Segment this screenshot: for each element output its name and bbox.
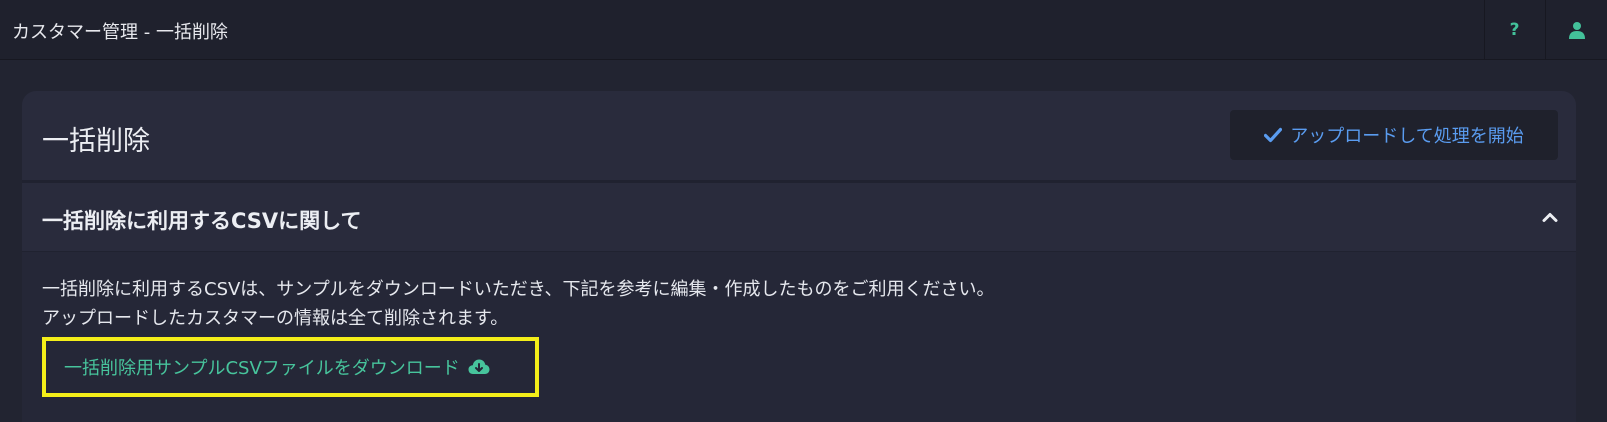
- bulk-delete-card: 一括削除 アップロードして処理を開始 一括削除に利用するCSVに関して 一括削除…: [22, 91, 1576, 422]
- chevron-up-icon[interactable]: [1542, 211, 1558, 223]
- top-bar: カスタマー管理 - 一括削除 ?: [0, 0, 1607, 60]
- csv-section-body: 一括削除に利用するCSVは、サンプルをダウンロードいただき、下記を参考に編集・作…: [22, 252, 1576, 422]
- sample-csv-download-link[interactable]: 一括削除用サンプルCSVファイルをダウンロード: [42, 337, 539, 397]
- help-button[interactable]: ?: [1484, 0, 1544, 59]
- upload-start-label: アップロードして処理を開始: [1290, 126, 1524, 147]
- user-menu-button[interactable]: [1545, 0, 1607, 59]
- question-icon: ?: [1509, 19, 1520, 40]
- page-title: カスタマー管理 - 一括削除: [12, 22, 228, 43]
- upload-start-button[interactable]: アップロードして処理を開始: [1230, 110, 1558, 160]
- section-title: 一括削除に利用するCSVに関して: [42, 209, 362, 233]
- card-header: 一括削除 アップロードして処理を開始: [22, 91, 1576, 183]
- card-title: 一括削除: [42, 126, 150, 157]
- description-line-1: 一括削除に利用するCSVは、サンプルをダウンロードいただき、下記を参考に編集・作…: [42, 279, 995, 300]
- description-line-2: アップロードしたカスタマーの情報は全て削除されます。: [42, 308, 509, 329]
- cloud-download-icon: [468, 359, 490, 374]
- download-link-label: 一括削除用サンプルCSVファイルをダウンロード: [64, 358, 460, 379]
- csv-section-header[interactable]: 一括削除に利用するCSVに関して: [22, 186, 1576, 252]
- check-icon: [1264, 127, 1283, 143]
- user-icon: [1568, 21, 1585, 39]
